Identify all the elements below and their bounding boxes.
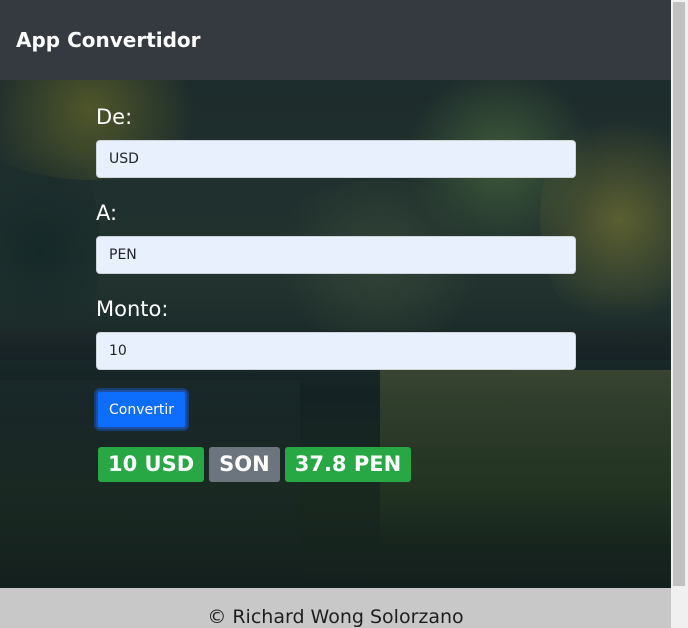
- to-currency-input[interactable]: [96, 236, 576, 274]
- footer-credit: © Richard Wong Solorzano: [207, 606, 464, 628]
- from-label: De:: [96, 105, 133, 129]
- navbar: App Convertidor: [0, 0, 671, 80]
- amount-input[interactable]: [96, 332, 576, 370]
- source-amount-badge: 10 USD: [98, 447, 205, 482]
- scrollbar-thumb[interactable]: [673, 2, 685, 586]
- amount-label: Monto:: [96, 297, 169, 321]
- equals-badge: SON: [209, 447, 280, 482]
- lake-reflection: [380, 370, 671, 550]
- to-label: A:: [96, 201, 118, 225]
- app-brand[interactable]: App Convertidor: [16, 28, 201, 52]
- from-currency-input[interactable]: [96, 140, 576, 178]
- convert-button[interactable]: Convertir: [96, 390, 187, 429]
- footer: © Richard Wong Solorzano: [0, 588, 671, 628]
- result-badges: 10 USD SON 37.8 PEN: [98, 447, 412, 482]
- target-amount-badge: 37.8 PEN: [284, 447, 412, 482]
- converter-form: De: A: Monto:: [96, 104, 576, 370]
- vertical-scrollbar[interactable]: [671, 0, 688, 628]
